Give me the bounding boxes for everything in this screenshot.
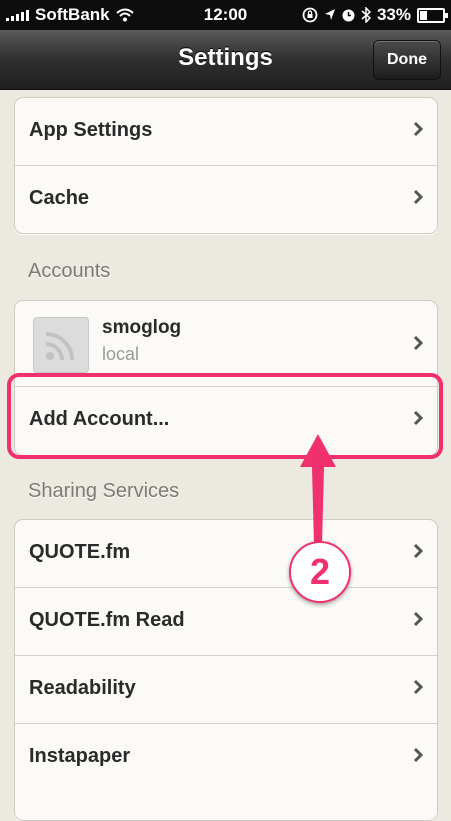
annotation-arrow — [300, 434, 336, 545]
step-badge: 2 — [289, 541, 351, 603]
